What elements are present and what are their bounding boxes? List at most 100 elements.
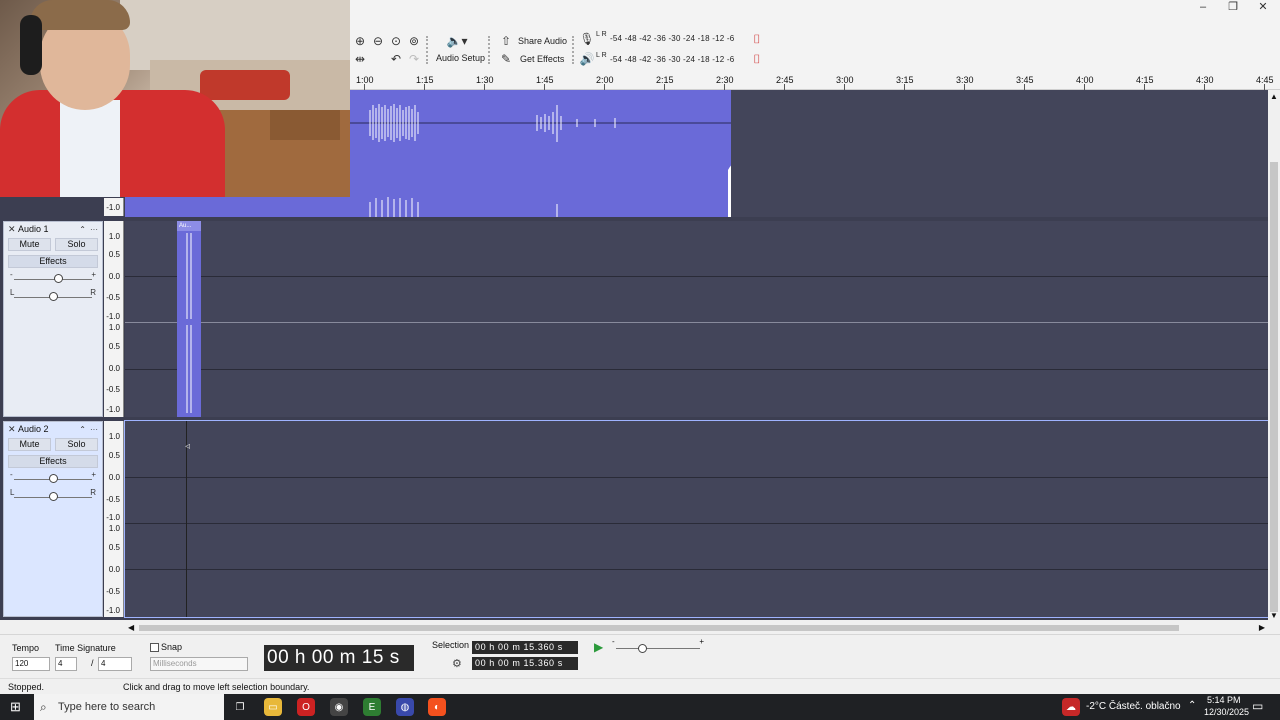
share-audio-icon[interactable]: ⇧ [498,33,514,49]
time-signature-denominator[interactable]: 4 [98,657,132,671]
file-explorer-icon[interactable]: ▭ [264,698,282,716]
minimize-button[interactable]: – [1188,0,1218,14]
zoom-fit-icon[interactable]: ⊚ [406,33,422,49]
record-meter-channels: L R [596,31,607,38]
time-signature-numerator[interactable]: 4 [55,657,77,671]
gain-slider[interactable]: - + [8,470,98,488]
toolbar-grip[interactable] [488,36,492,64]
collapse-icon[interactable]: ⌃ [79,425,86,434]
effects-button[interactable]: Effects [8,455,98,468]
clock-time[interactable]: 5:14 PM [1207,695,1241,705]
track-header-audio-1[interactable]: ✕ Audio 1 ⌃ ··· Mute Solo Effects - + L … [3,221,103,417]
undo-icon[interactable]: ↶ [388,51,404,67]
close-window-button[interactable]: ✕ [1248,0,1278,14]
get-effects-icon[interactable]: ✎ [498,51,514,67]
opera-icon[interactable]: O [297,698,315,716]
audacity-window: – ❐ ✕ ⊕ ⊖ ⊙ ⊚ ⇹ ↶ ↷ 🔈▾ Audio Setup ⇧ Sha… [0,0,1280,720]
selection-start[interactable]: 00 h 00 m 15.360 s [472,641,578,654]
time-signature-label: Time Signature [55,643,116,653]
weather-text[interactable]: -2°C Částeč. oblačno [1086,701,1181,712]
epic-games-icon[interactable]: E [363,698,381,716]
play-speed-knob[interactable] [638,644,647,653]
snap-unit-select[interactable]: Milliseconds [150,657,248,671]
windows-start-icon[interactable]: ⊞ [10,699,21,715]
solo-button[interactable]: Solo [55,438,98,451]
track-name[interactable]: Audio 2 [18,424,75,434]
selection-end[interactable]: 00 h 00 m 15.360 s [472,657,578,670]
track-header-audio-2[interactable]: ✕ Audio 2 ⌃ ··· Mute Solo Effects - + L … [3,421,103,617]
audio-clip[interactable]: Au... [177,221,201,417]
taskbar-search[interactable]: ⌕ Type here to search [34,694,224,720]
play-meter-channels: L R [596,52,607,59]
gain-knob[interactable] [49,474,58,483]
track-name[interactable]: Audio 1 [18,224,75,234]
redo-icon[interactable]: ↷ [406,51,422,67]
time-display[interactable]: 00 h 00 m 15 s [264,645,414,671]
timeline-ruler[interactable]: 1:00 1:15 1:30 1:45 2:00 2:15 2:30 2:45 … [350,72,1280,90]
pan-slider[interactable]: L R [8,288,98,306]
bottom-toolbar: Tempo 120 Time Signature 4 / 4 Snap Mill… [0,634,1280,678]
solo-button[interactable]: Solo [55,238,98,251]
pan-slider[interactable]: L R [8,488,98,506]
track-lane-audio-1[interactable]: Au... [125,221,1268,417]
trim-icon[interactable]: ⇹ [352,51,368,67]
notifications-icon[interactable]: ▭ [1252,699,1263,713]
snap-checkbox[interactable] [150,643,159,652]
horizontal-scroll-thumb[interactable] [139,625,1179,631]
audio-setup-icon[interactable]: 🔈▾ [444,33,470,49]
record-meter[interactable]: -54 -48 -42 -36 -30 -24 -18 -12 -6 [610,34,734,43]
zoom-out-icon[interactable]: ⊖ [370,33,386,49]
playback-meter[interactable]: -54 -48 -42 -36 -30 -24 -18 -12 -6 [610,55,734,64]
gain-knob[interactable] [54,274,63,283]
selection-settings-icon[interactable]: ⚙ [452,657,462,670]
playback-meter-clip-icon: ⌷ [753,51,761,66]
get-effects-button[interactable]: Get Effects [520,54,564,64]
webcam-overlay [0,0,350,197]
microphone-icon[interactable]: 🎙 [579,31,595,47]
restore-button[interactable]: ❐ [1218,0,1248,14]
toolbar-grip[interactable] [572,36,576,64]
speaker-icon[interactable]: 🔊 [579,51,595,67]
vertical-ruler-audio-1: 1.0 0.5 0.0 -0.5 -1.0 1.0 0.5 0.0 -0.5 -… [104,221,124,417]
toolbar-grip[interactable] [426,36,430,64]
selection-boundary-cursor-icon: ◃ [185,441,191,452]
share-audio-button[interactable]: Share Audio [518,36,567,46]
waveform [186,233,192,413]
horizontal-scrollbar[interactable]: ◀ ▶ [125,622,1268,634]
clock-date[interactable]: 12/30/2025 [1204,707,1249,717]
pan-knob[interactable] [49,492,58,501]
pan-knob[interactable] [49,292,58,301]
close-track-icon[interactable]: ✕ [8,424,18,435]
search-icon: ⌕ [40,700,47,714]
app-icon[interactable]: ◍ [396,698,414,716]
zoom-in-icon[interactable]: ⊕ [352,33,368,49]
gain-slider[interactable]: - + [8,270,98,288]
vertical-ruler-audio-2: 1.0 0.5 0.0 -0.5 -1.0 1.0 0.5 0.0 -0.5 -… [104,421,124,617]
tray-overflow-icon[interactable]: ⌃ [1188,700,1196,711]
selection-label: Selection [432,640,470,650]
weather-icon[interactable]: ☁ [1062,698,1080,716]
play-speed-slider[interactable]: - + [612,637,704,657]
effects-button[interactable]: Effects [8,255,98,268]
play-at-speed-icon[interactable]: ▶ [594,640,603,654]
vertical-scrollbar[interactable]: ▲ ▼ [1268,90,1280,620]
zoom-selection-icon[interactable]: ⊙ [388,33,404,49]
track-lane-audio-2[interactable]: ◃ [124,420,1269,618]
track-menu-icon[interactable]: ··· [90,225,98,234]
tempo-input[interactable]: 120 [12,657,50,671]
mute-button[interactable]: Mute [8,238,51,251]
close-track-icon[interactable]: ✕ [8,224,18,235]
headphones [20,15,42,75]
obs-icon[interactable]: ◉ [330,698,348,716]
track-menu-icon[interactable]: ··· [90,425,98,434]
status-bar: Stopped. Click and drag to move left sel… [0,678,1280,694]
audacity-taskbar-icon[interactable]: ◐ [428,698,446,716]
task-view-icon[interactable]: ❐ [231,698,249,716]
mute-button[interactable]: Mute [8,438,51,451]
top-track-ruler: -1.0 [104,198,124,216]
snap-label: Snap [161,642,183,652]
status-state: Stopped. [8,682,45,692]
collapse-icon[interactable]: ⌃ [79,225,86,234]
vertical-scroll-thumb[interactable] [1270,162,1278,612]
audio-setup-button[interactable]: Audio Setup [436,53,485,63]
